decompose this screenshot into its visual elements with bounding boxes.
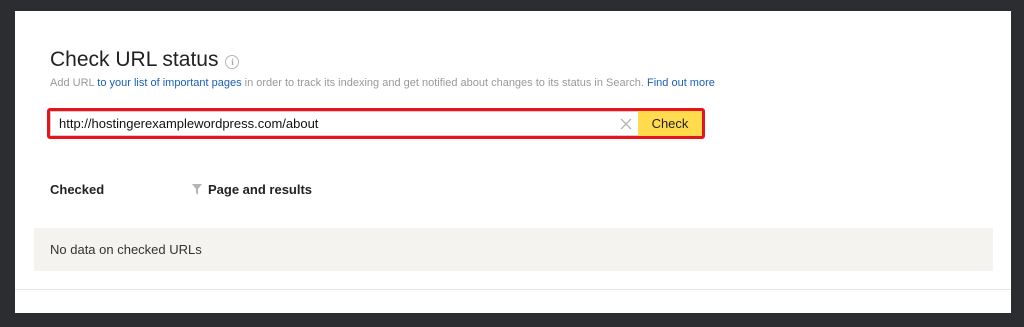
page-title: Check URL status [50,48,219,71]
empty-state-row: No data on checked URLs [34,228,993,271]
column-header-page-and-results[interactable]: Page and results [192,182,312,197]
filter-icon[interactable] [192,184,202,195]
close-icon [620,118,632,129]
check-url-panel: Check URL status i Add URL to your list … [15,11,1011,313]
column-header-checked[interactable]: Checked [50,182,104,197]
subtitle-middle: in order to track its indexing and get n… [241,77,647,89]
divider [15,289,1011,290]
info-icon[interactable]: i [225,54,240,69]
url-input[interactable] [50,111,614,136]
check-button[interactable]: Check [638,111,702,136]
find-out-more-link[interactable]: Find out more [647,77,715,89]
url-check-form: Check [47,108,705,139]
clear-button[interactable] [614,111,638,136]
page-title-row: Check URL status i [50,48,240,72]
subtitle-prefix: Add URL [50,77,98,89]
empty-state-text: No data on checked URLs [50,242,202,257]
column-header-page-label: Page and results [208,182,313,197]
important-pages-link[interactable]: to your list of important pages [97,77,241,89]
page-subtitle: Add URL to your list of important pages … [50,77,715,89]
